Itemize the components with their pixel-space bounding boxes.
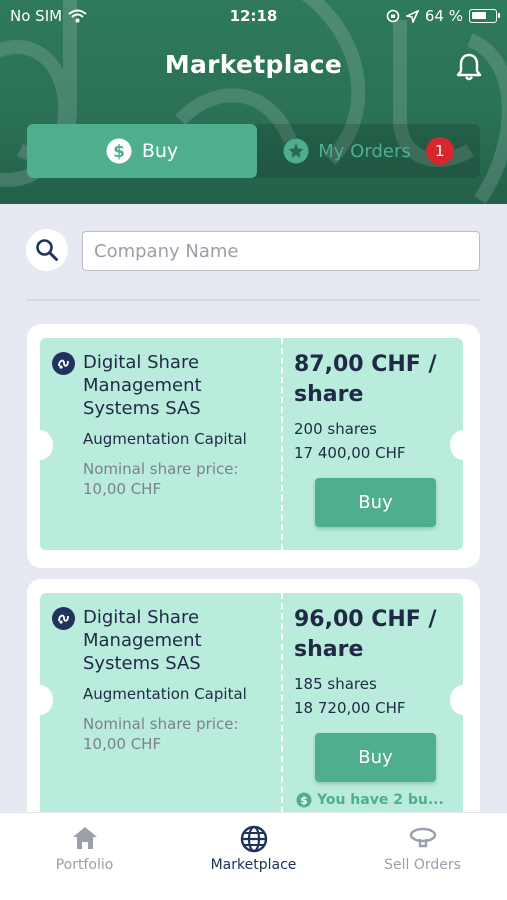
- tab-buy[interactable]: $ Buy: [27, 124, 257, 178]
- battery-level: [472, 12, 487, 19]
- listing-card: Digital Share Management Systems SAS Aug…: [27, 579, 480, 839]
- company-name: Digital Share Management Systems SAS: [83, 352, 202, 419]
- company-logo-icon: [52, 607, 75, 630]
- sell-orders-icon: [409, 827, 436, 848]
- globe-icon: [240, 825, 267, 853]
- buy-button[interactable]: Buy: [315, 478, 436, 527]
- location-icon: [405, 9, 419, 23]
- existing-orders-note[interactable]: $ You have 2 bu...: [296, 792, 444, 808]
- nav-portfolio-label: Portfolio: [55, 857, 114, 873]
- buy-button[interactable]: Buy: [315, 733, 436, 782]
- ticket-perforation: [281, 338, 283, 550]
- fund-name: Augmentation Capital: [83, 685, 247, 703]
- status-bar: No SIM 12:18 64 %: [0, 0, 507, 32]
- battery-icon: [469, 9, 500, 23]
- total-amount: 17 400,00 CHF: [294, 444, 406, 462]
- share-price: 87,00 CHF / share: [294, 352, 437, 407]
- tab-my-orders-label: My Orders: [318, 140, 411, 162]
- listing-card: Digital Share Management Systems SAS Aug…: [27, 324, 480, 568]
- nominal-price: Nominal share price: 10,00 CHF: [83, 460, 239, 498]
- ticket-notch: [40, 430, 53, 460]
- total-amount: 18 720,00 CHF: [294, 699, 406, 717]
- share-count: 185 shares: [294, 675, 377, 693]
- company-logo-icon: [52, 352, 75, 375]
- search-icon: [36, 239, 58, 261]
- ticket-notch: [450, 430, 463, 460]
- nav-sell-orders[interactable]: Sell Orders: [338, 813, 507, 900]
- ticket-notch: [450, 685, 463, 715]
- search-button[interactable]: [26, 229, 68, 271]
- svg-text:$: $: [113, 142, 125, 162]
- star-circle-icon: [283, 138, 309, 164]
- nav-marketplace-label: Marketplace: [210, 857, 297, 873]
- bell-icon[interactable]: [455, 52, 483, 82]
- share-count: 200 shares: [294, 420, 377, 438]
- page-title: Marketplace: [164, 50, 343, 79]
- svg-text:$: $: [300, 794, 308, 807]
- listing-ticket: Digital Share Management Systems SAS Aug…: [40, 593, 463, 823]
- search-divider: [27, 299, 480, 301]
- tab-my-orders[interactable]: My Orders 1: [257, 124, 480, 178]
- nav-sell-orders-label: Sell Orders: [384, 857, 461, 873]
- ticket-notch: [40, 685, 53, 715]
- nominal-price: Nominal share price: 10,00 CHF: [83, 715, 239, 753]
- dollar-circle-icon: $: [296, 792, 312, 808]
- fund-name: Augmentation Capital: [83, 430, 247, 448]
- app-header: No SIM 12:18 64 % Marketplace $ Buy My O…: [0, 0, 507, 204]
- listing-ticket: Digital Share Management Systems SAS Aug…: [40, 338, 463, 550]
- company-search-input[interactable]: [82, 231, 480, 271]
- dollar-circle-icon: $: [106, 138, 132, 164]
- share-price: 96,00 CHF / share: [294, 607, 437, 662]
- bottom-nav: Portfolio Marketplace Sell Orders: [0, 812, 507, 900]
- tab-buy-label: Buy: [141, 140, 179, 162]
- battery-percent: 64 %: [424, 7, 463, 25]
- home-icon: [72, 827, 97, 849]
- nav-portfolio[interactable]: Portfolio: [0, 813, 169, 900]
- rotation-lock-icon: [386, 9, 400, 23]
- company-name: Digital Share Management Systems SAS: [83, 607, 202, 674]
- buy-orders-switch: $ Buy My Orders 1: [27, 124, 480, 178]
- ticket-perforation: [281, 593, 283, 823]
- existing-orders-text: You have 2 bu...: [317, 792, 444, 808]
- orders-count-badge: 1: [425, 137, 454, 165]
- nav-marketplace[interactable]: Marketplace: [169, 813, 338, 900]
